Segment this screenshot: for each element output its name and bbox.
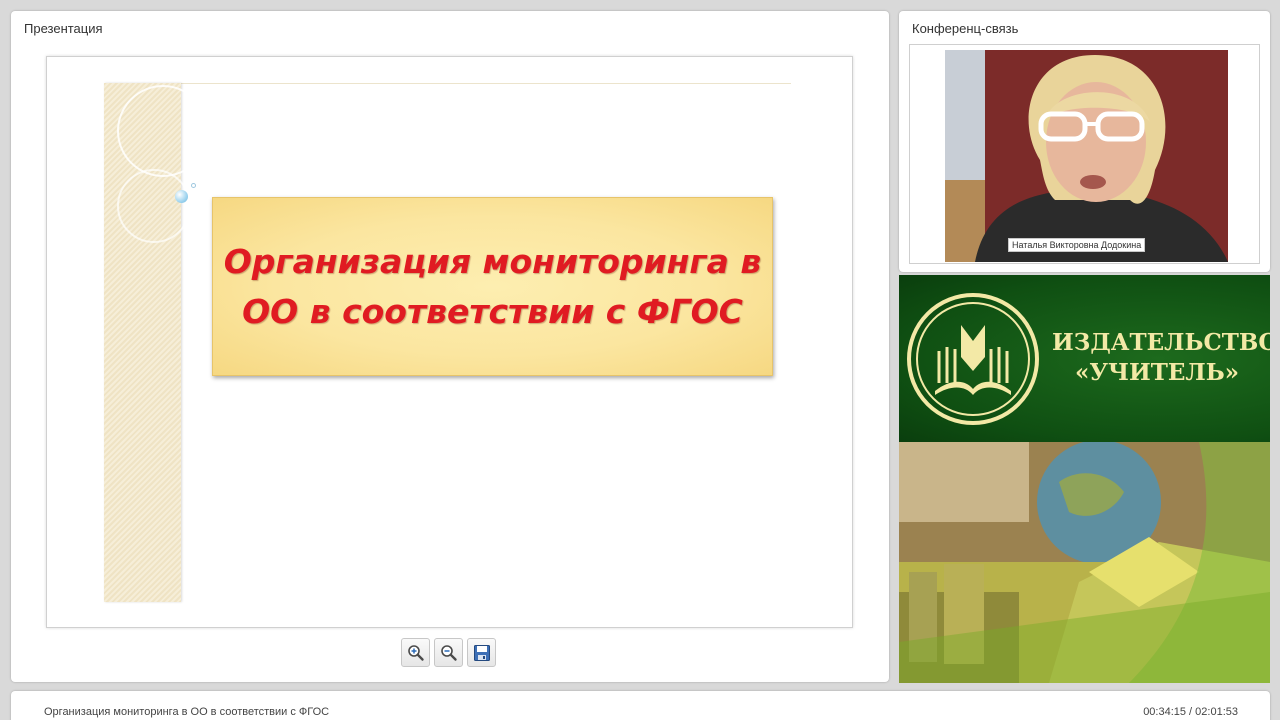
books-globe-image (899, 440, 1270, 683)
zoom-out-icon (440, 644, 457, 661)
conference-panel-title: Конференц-связь (912, 21, 1019, 36)
slide-toolbar (401, 638, 496, 668)
presentation-panel-title: Презентация (24, 21, 103, 36)
playback-bar: Организация мониторинга в ОО в соответст… (11, 691, 1270, 720)
speaker-name-label: Наталья Викторовна Додокина (1008, 238, 1146, 252)
save-icon (473, 644, 490, 661)
presentation-slide: Организация мониторинга в ОО в соответст… (46, 56, 853, 628)
publisher-banner: ИЗДАТЕЛЬСТВО «УЧИТЕЛЬ» (899, 275, 1270, 683)
zoom-out-button[interactable] (434, 638, 463, 667)
slide-title-box: Организация мониторинга в ОО в соответст… (212, 197, 773, 376)
conference-panel: Конференц-связь (899, 11, 1270, 272)
speaker-video (945, 50, 1228, 262)
slide-decoration-line (181, 83, 791, 84)
slide-title: Организация мониторинга в ОО в соответст… (223, 241, 762, 331)
presentation-panel: Презентация Организация мониторинга в ОО… (11, 11, 889, 682)
playback-time: 00:34:15 / 02:01:53 (1143, 706, 1238, 718)
save-button[interactable] (467, 638, 496, 667)
video-frame (909, 44, 1260, 264)
speaker-video-image (945, 50, 1228, 262)
publisher-banner-image (899, 440, 1270, 683)
publisher-banner-header: ИЗДАТЕЛЬСТВО «УЧИТЕЛЬ» (899, 275, 1270, 442)
slide-decorative-bubble (175, 190, 188, 203)
zoom-in-button[interactable] (401, 638, 430, 667)
slide-decorative-ring (117, 169, 191, 243)
publisher-name: ИЗДАТЕЛЬСТВО «УЧИТЕЛЬ» (1052, 329, 1270, 386)
publisher-logo-icon (907, 293, 1039, 425)
slide-decorative-bubble (191, 183, 196, 188)
zoom-in-icon (407, 644, 424, 661)
lecture-title: Организация мониторинга в ОО в соответст… (44, 706, 330, 718)
slide-decorative-ring (117, 85, 209, 177)
